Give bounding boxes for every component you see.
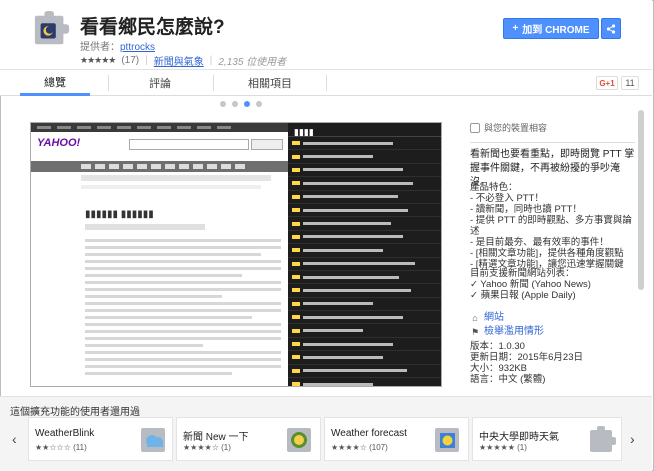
related-extensions: 這個擴充功能的使用者還用過 ‹ › WeatherBlink ★★☆☆☆ (11… <box>0 396 652 471</box>
carousel-dot[interactable] <box>232 101 238 107</box>
carousel-dot[interactable] <box>256 101 262 107</box>
related-card[interactable]: Weather forecast ★★★★☆ (107) <box>324 417 469 461</box>
scrollbar[interactable] <box>637 100 645 390</box>
app-info: 版本：1.0.30 更新日期：2015年6月23日 大小：932KB 語言：中文… <box>470 341 640 385</box>
screenshot-preview[interactable]: YAHOO! ▮▮▮▮▮▮ ▮▮▮▮▮▮ ▮▮▮▮ <box>30 122 442 387</box>
provider-link[interactable]: pttrocks <box>120 42 155 53</box>
related-card[interactable]: 新聞 New 一下 ★★★★☆ (1) <box>176 417 321 461</box>
provider-line: 提供者：pttrocks <box>80 42 156 53</box>
item-header: 看看鄉民怎麼說? 提供者：pttrocks ★★★★★ (17) | 新聞與氣象… <box>0 0 652 70</box>
preview-headline: ▮▮▮▮▮▮ ▮▮▮▮▮▮ <box>85 209 154 220</box>
related-card[interactable]: 中央大學即時天氣 ★★★★★ (1) <box>472 417 622 461</box>
preview-news-page: YAHOO! ▮▮▮▮▮▮ ▮▮▮▮▮▮ <box>31 123 288 386</box>
tab-bar: 總覽 評論 相關項目 <box>0 70 652 96</box>
home-icon: ⌂ <box>472 313 478 323</box>
report-abuse-link[interactable]: ⚑ 檢舉濫用情形 <box>470 325 635 339</box>
updated-text: 更新日期：2015年6月23日 <box>470 352 583 363</box>
chevron-right-icon[interactable]: › <box>630 431 635 447</box>
flag-icon: ⚑ <box>470 327 480 337</box>
preview-ptt-panel: ▮▮▮▮ <box>288 123 441 386</box>
device-icon <box>470 122 480 133</box>
tab-reviews[interactable]: 評論 <box>125 70 195 96</box>
cloud-weather-icon <box>141 428 165 452</box>
puzzle-app-icon <box>34 10 70 45</box>
add-to-chrome-button[interactable]: + 加到 CHROME <box>503 18 599 39</box>
category-link[interactable]: 新聞與氣象 <box>154 53 204 68</box>
share-button[interactable] <box>601 18 621 39</box>
preview-logo: YAHOO! <box>37 137 81 149</box>
feature-list: 產品特色： - 不必登入 PTT！ - 讀新聞，同時也讀 PTT！ - 提供 P… <box>470 182 632 270</box>
scrollbar-thumb[interactable] <box>638 110 644 290</box>
rating-count[interactable]: (17) <box>121 55 139 66</box>
website-link[interactable]: ⌂ 網站 <box>470 311 635 325</box>
tab-related[interactable]: 相關項目 <box>230 70 310 96</box>
supported-sites: 目前支援新聞網站列表： ✓ Yahoo 新聞 (Yahoo News) ✓ 蘋果… <box>470 268 591 301</box>
sun-weather-icon <box>435 428 459 452</box>
sidebar-links: ⌂ 網站 ⚑ 檢舉濫用情形 <box>470 311 635 339</box>
language-text: 語言：中文 (繁體) <box>470 374 546 385</box>
tab-overview[interactable]: 總覽 <box>20 70 90 96</box>
plus-icon: + <box>512 23 519 34</box>
compat-note: 與您的裝置相容 <box>470 121 547 134</box>
user-count: 2,135 位使用者 <box>218 57 287 68</box>
gplus-button[interactable]: G+1 <box>596 76 618 90</box>
meta-row: ★★★★★ (17) | 新聞與氣象 | 2,135 位使用者 <box>80 53 287 68</box>
carousel-dot[interactable] <box>220 101 226 107</box>
carousel-dot-active[interactable] <box>244 101 250 107</box>
version-text: 版本：1.0.30 <box>470 341 525 352</box>
news-badge-icon <box>287 428 311 452</box>
app-title: 看看鄉民怎麼說? <box>80 17 225 38</box>
share-icon <box>606 23 616 34</box>
size-text: 大小：932KB <box>470 363 528 374</box>
related-title: 這個擴充功能的使用者還用過 <box>10 407 140 418</box>
puzzle-icon <box>590 426 616 452</box>
rating-stars[interactable]: ★★★★★ <box>80 55 116 66</box>
chevron-left-icon[interactable]: ‹ <box>12 431 17 447</box>
gplus-count: 11 <box>621 76 639 90</box>
carousel-dots <box>220 101 262 107</box>
related-card[interactable]: WeatherBlink ★★☆☆☆ (11) <box>28 417 173 461</box>
